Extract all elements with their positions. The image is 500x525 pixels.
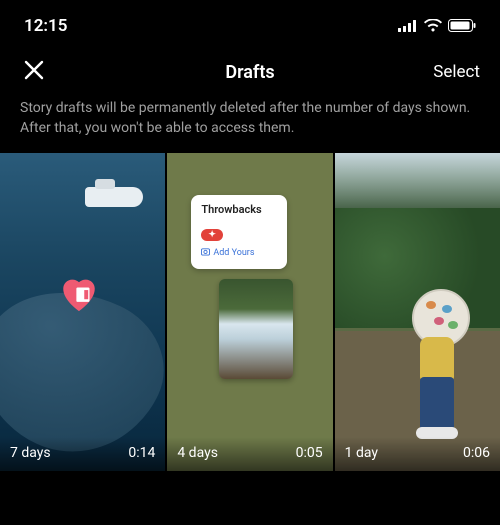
draft-footer: 1 day 0:06	[335, 437, 500, 471]
draft-expiry: 1 day	[345, 445, 378, 461]
draft-footer: 7 days 0:14	[0, 437, 165, 471]
draft-duration: 0:06	[463, 445, 490, 461]
draft-duration: 0:14	[128, 445, 155, 461]
sticker-title: Throwbacks	[201, 203, 277, 216]
draft-item[interactable]: Throwbacks ✦ Add Yours 4 days 0:05	[167, 153, 332, 471]
draft-art-boat	[85, 187, 143, 207]
draft-art-torso	[420, 337, 454, 381]
heart-sticker-icon	[58, 273, 100, 315]
status-indicators	[398, 17, 476, 36]
draft-expiry: 4 days	[177, 445, 218, 461]
page-title: Drafts	[225, 62, 274, 83]
draft-duration: 0:05	[296, 445, 323, 461]
battery-icon	[448, 17, 476, 36]
draft-art-waterfall	[219, 279, 293, 379]
sticker-cta: Add Yours	[201, 247, 277, 259]
app-frame: 12:15 Drafts Select Sto	[0, 0, 500, 525]
draft-art-legs	[420, 377, 454, 435]
throwbacks-sticker: Throwbacks ✦ Add Yours	[191, 195, 287, 269]
draft-art-person	[406, 289, 470, 439]
status-time: 12:15	[24, 16, 67, 36]
info-text: Story drafts will be permanently deleted…	[0, 98, 500, 153]
draft-item[interactable]: 1 day 0:06	[335, 153, 500, 471]
close-icon	[22, 58, 46, 86]
close-button[interactable]	[20, 58, 48, 86]
draft-item[interactable]: 7 days 0:14	[0, 153, 165, 471]
draft-footer: 4 days 0:05	[167, 437, 332, 471]
cellular-icon	[398, 17, 418, 36]
camera-icon	[201, 247, 210, 259]
select-button[interactable]: Select	[433, 62, 480, 82]
draft-expiry: 7 days	[10, 445, 51, 461]
sticker-badge-icon: ✦	[201, 229, 223, 241]
drafts-grid: 7 days 0:14 Throwbacks ✦ Add Yours 4 day…	[0, 153, 500, 471]
sticker-cta-label: Add Yours	[213, 248, 254, 258]
draft-art-sky	[335, 153, 500, 213]
nav-bar: Drafts Select	[0, 44, 500, 98]
wifi-icon	[424, 17, 442, 36]
status-bar: 12:15	[0, 0, 500, 44]
